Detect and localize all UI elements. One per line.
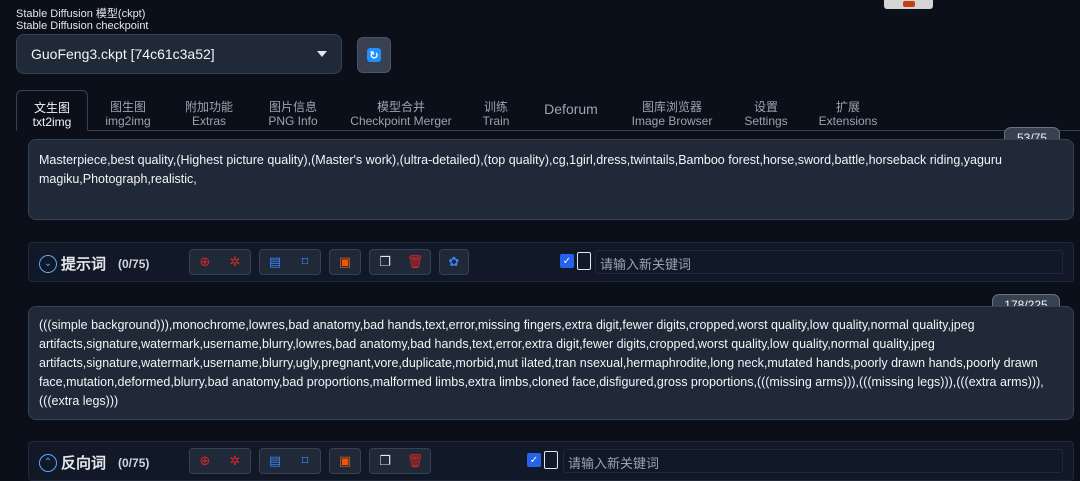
tab-label-zh: 扩展	[835, 100, 860, 114]
globe-icon[interactable]: ⊕	[197, 453, 213, 469]
chevron-down-icon: ⌄	[39, 254, 57, 273]
openai-icon[interactable]: ✿	[446, 254, 462, 270]
keyword-checkbox[interactable]: ✓	[527, 453, 541, 467]
keyword-input[interactable]: 请输入新关键词	[563, 449, 1063, 473]
tab-label-zh: 模型合并	[376, 100, 425, 114]
tab-extras[interactable]: 附加功能 Extras	[172, 90, 246, 130]
translate-button-group: ⊕ ✲	[189, 249, 251, 275]
corner-thumbnail	[884, 0, 933, 9]
main-tabs: 文生图 txt2img 图生图 img2img 附加功能 Extras 图片信息…	[16, 90, 1080, 131]
tab-label-en: txt2img	[32, 115, 72, 129]
tab-label: Deforum	[544, 101, 598, 117]
tab-label-en: Train	[482, 114, 510, 128]
bookmark-icon[interactable]: ⌑	[297, 254, 313, 270]
tab-label-en: img2img	[105, 114, 151, 128]
tab-label-zh: 设置	[753, 100, 778, 114]
tab-label-zh: 附加功能	[184, 100, 233, 114]
tab-label-zh: 图片信息	[268, 100, 317, 114]
bookmark-icon[interactable]: ⌑	[297, 453, 313, 469]
tab-png-info[interactable]: 图片信息 PNG Info	[256, 90, 330, 130]
negative-keyword-bar: ⌃ 反向词 (0/75) ⊕ ✲ ▤ ⌑ ▣ ❐ 🗑 ✓ 请输入新关键词	[28, 441, 1074, 481]
tab-label-zh: 文生图	[33, 101, 70, 115]
keyword-checkbox[interactable]: ✓	[560, 254, 574, 268]
checkpoint-label-zh: Stable Diffusion 模型(ckpt)	[16, 8, 146, 20]
text-cursor-icon	[577, 252, 591, 270]
globe-icon[interactable]: ⊕	[197, 254, 213, 270]
checkpoint-value: GuoFeng3.ckpt [74c61c3a52]	[31, 46, 215, 62]
negative-section-count: (0/75)	[118, 455, 150, 470]
tab-label-en: Image Browser	[631, 114, 713, 128]
keyword-input[interactable]: 请输入新关键词	[595, 250, 1063, 274]
tab-extensions[interactable]: 扩展 Extensions	[812, 90, 884, 130]
chevron-down-icon	[317, 51, 327, 57]
text-cursor-icon	[544, 451, 558, 469]
tab-label-en: Extras	[191, 114, 226, 128]
ab-button-group: ▣	[329, 448, 361, 474]
tab-label-en: Checkpoint Merger	[350, 114, 452, 128]
swap-ab-icon[interactable]: ▣	[337, 453, 353, 469]
tab-label-zh: 图生图	[109, 100, 146, 114]
checkpoint-dropdown[interactable]: GuoFeng3.ckpt [74c61c3a52]	[16, 34, 342, 74]
checkpoint-label: Stable Diffusion 模型(ckpt) Stable Diffusi…	[16, 8, 149, 32]
trash-icon[interactable]: 🗑	[407, 254, 424, 270]
tab-train[interactable]: 训练 Train	[472, 90, 520, 130]
trash-icon[interactable]: 🗑	[407, 453, 424, 469]
edit-button-group: ❐ 🗑	[369, 448, 431, 474]
negative-prompt-textarea[interactable]: (((simple background))),monochrome,lowre…	[28, 306, 1074, 420]
checkpoint-label-en: Stable Diffusion checkpoint	[16, 20, 149, 32]
tab-img2img[interactable]: 图生图 img2img	[96, 90, 160, 130]
tab-image-browser[interactable]: 图库浏览器 Image Browser	[624, 90, 720, 130]
translate-button-group: ⊕ ✲	[189, 448, 251, 474]
copy-icon[interactable]: ❐	[377, 453, 393, 469]
refresh-checkpoint-button[interactable]: ↻	[357, 37, 391, 73]
prompt-textarea[interactable]: Masterpiece,best quality,(Highest pictur…	[28, 139, 1074, 220]
swap-ab-icon[interactable]: ▣	[337, 254, 353, 270]
negative-section-title: 反向词	[61, 455, 107, 472]
copy-icon[interactable]: ❐	[377, 254, 393, 270]
tab-label-en: PNG Info	[268, 114, 318, 128]
ab-button-group: ▣	[329, 249, 361, 275]
tab-checkpoint-merger[interactable]: 模型合并 Checkpoint Merger	[344, 90, 458, 130]
gear-icon[interactable]: ✲	[227, 453, 243, 469]
edit-button-group: ❐ 🗑	[369, 249, 431, 275]
tab-deforum[interactable]: Deforum	[534, 90, 608, 130]
prompt-section-title: 提示词	[61, 256, 107, 273]
tab-txt2img[interactable]: 文生图 txt2img	[16, 90, 88, 131]
tab-settings[interactable]: 设置 Settings	[734, 90, 798, 130]
history-button-group: ▤ ⌑	[259, 448, 321, 474]
negative-section-header[interactable]: ⌃ 反向词 (0/75)	[39, 452, 149, 473]
chevron-up-icon: ⌃	[39, 453, 57, 472]
tab-label-zh: 训练	[483, 100, 508, 114]
tab-label-zh: 图库浏览器	[641, 100, 702, 114]
refresh-icon: ↻	[367, 48, 381, 62]
history-button-group: ▤ ⌑	[259, 249, 321, 275]
prompt-section-count: (0/75)	[118, 256, 150, 271]
history-icon[interactable]: ▤	[267, 453, 283, 469]
gear-icon[interactable]: ✲	[227, 254, 243, 270]
ai-button-group: ✿	[439, 249, 469, 275]
tab-label-en: Extensions	[818, 114, 878, 128]
prompt-keyword-bar: ⌄ 提示词 (0/75) ⊕ ✲ ▤ ⌑ ▣ ❐ 🗑 ✿ ✓ 请输入新关键词	[28, 242, 1074, 282]
tab-label-en: Settings	[744, 114, 788, 128]
prompt-section-header[interactable]: ⌄ 提示词 (0/75)	[39, 253, 149, 274]
history-icon[interactable]: ▤	[267, 254, 283, 270]
